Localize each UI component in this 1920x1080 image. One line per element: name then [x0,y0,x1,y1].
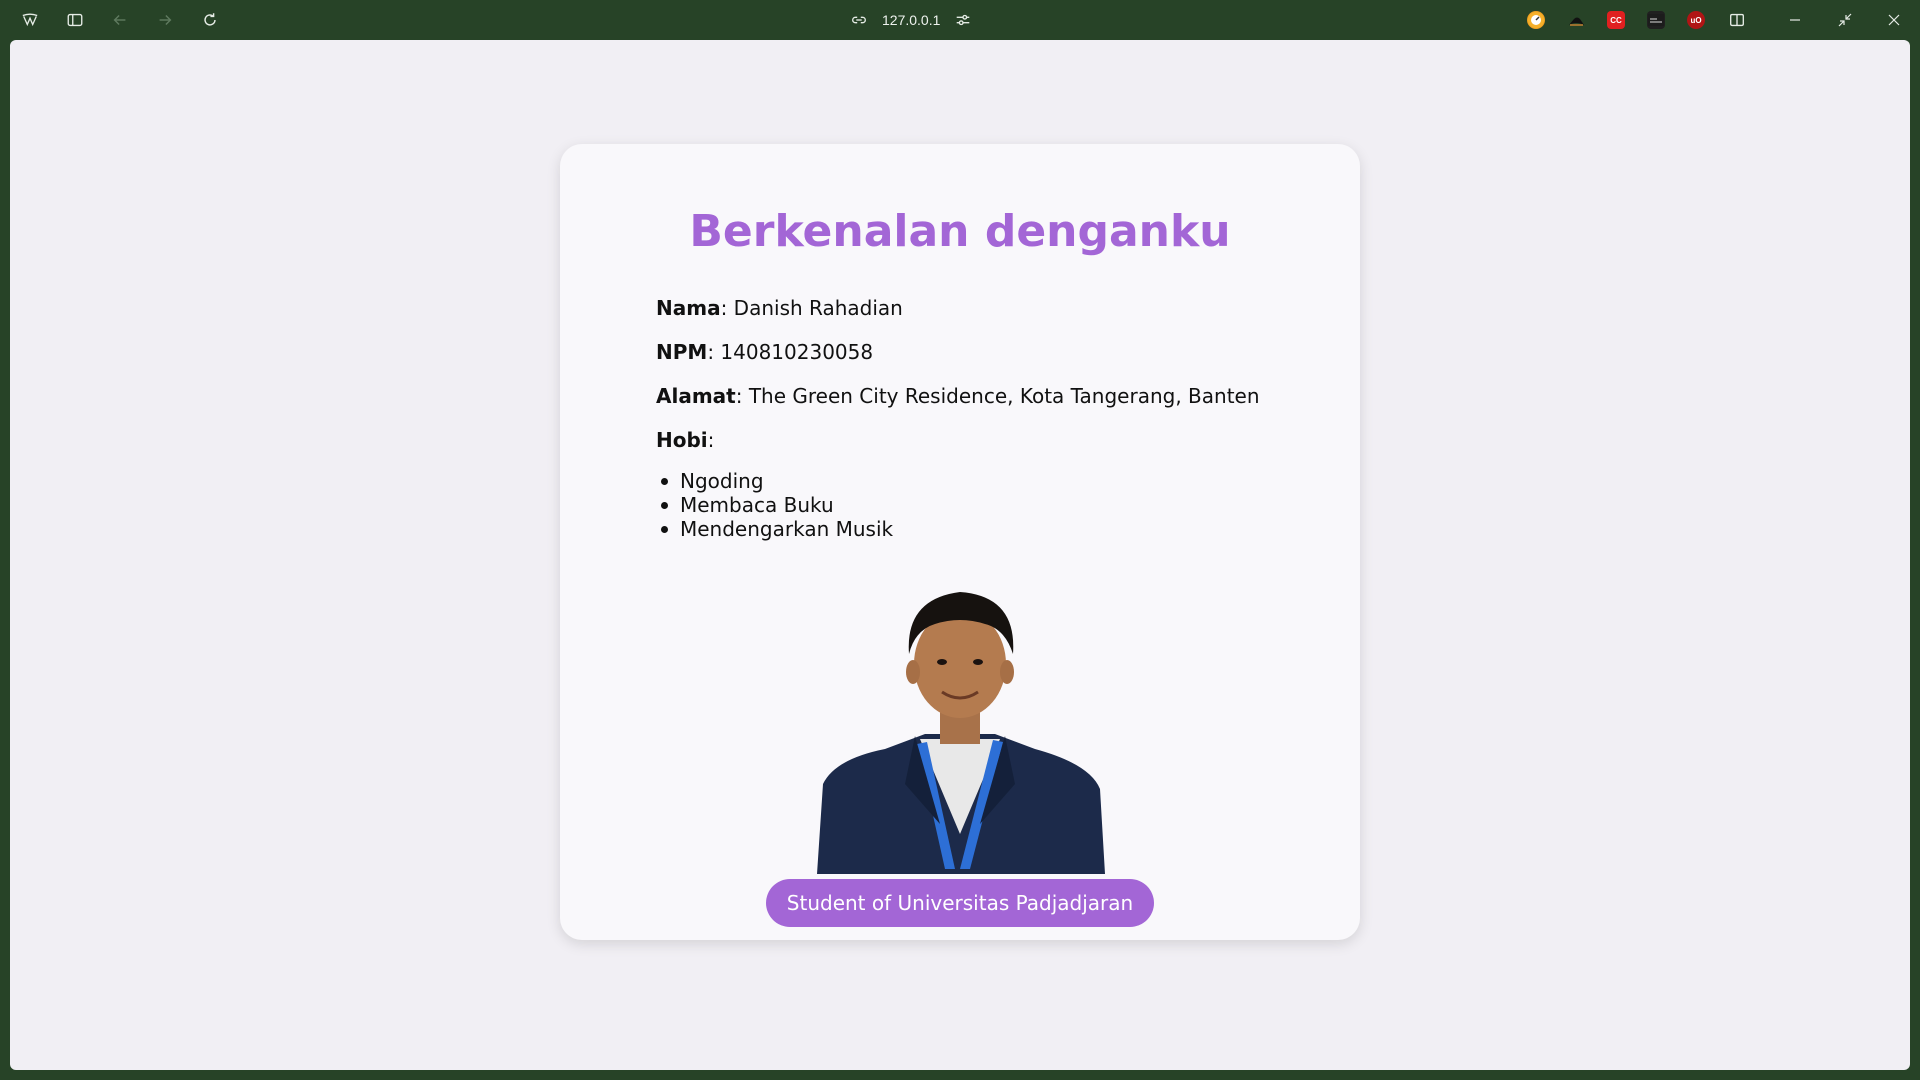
university-badge: Student of Universitas Padjadjaran [766,879,1154,927]
alamat-label: Alamat [656,384,736,408]
restore-icon[interactable] [1830,6,1860,34]
cc-extension-icon[interactable]: CC [1607,11,1625,29]
hobi-label: Hobi [656,428,708,452]
nama-label: Nama [656,296,721,320]
hobby-list: Ngoding Membaca Buku Mendengarkan Musik [656,469,893,541]
hobi-row: Hobi: [656,428,714,452]
minimize-icon[interactable] [1780,6,1810,34]
profile-card: Berkenalan denganku Nama: Danish Rahadia… [560,144,1360,940]
address-bar[interactable]: 127.0.0.1 [850,6,1000,34]
npm-value: : 140810230058 [707,340,874,364]
page-viewport: Berkenalan denganku Nama: Danish Rahadia… [10,40,1910,1070]
npm-label: NPM [656,340,708,364]
hobby-item: Ngoding [656,469,893,493]
ublock-extension-icon[interactable]: uO [1687,11,1705,29]
hobby-item: Mendengarkan Musik [656,517,893,541]
hobi-separator: : [707,428,715,452]
link-icon[interactable] [850,11,868,29]
clock-extension-icon[interactable] [1527,11,1545,29]
reload-icon[interactable] [195,6,225,34]
page-title: Berkenalan denganku [689,206,1231,257]
hobby-item: Membaca Buku [656,493,893,517]
close-icon[interactable] [1879,6,1909,34]
nama-row: Nama: Danish Rahadian [656,296,903,320]
split-view-icon[interactable] [1722,6,1752,34]
url-text[interactable]: 127.0.0.1 [882,12,940,28]
back-icon[interactable] [105,6,135,34]
nama-value: : Danish Rahadian [720,296,903,320]
sidebar-toggle-icon[interactable] [60,6,90,34]
profile-photo [817,592,1105,874]
browser-titlebar: 127.0.0.1 CC uO [0,0,1920,40]
alamat-row: Alamat: The Green City Residence, Kota T… [656,384,1260,408]
browser-logo-icon[interactable] [15,6,45,34]
hat-extension-icon[interactable] [1567,11,1585,29]
forward-icon[interactable] [150,6,180,34]
npm-row: NPM: 140810230058 [656,340,873,364]
terminal-extension-icon[interactable] [1647,11,1665,29]
alamat-value: : The Green City Residence, Kota Tangera… [735,384,1260,408]
site-settings-icon[interactable] [954,11,972,29]
